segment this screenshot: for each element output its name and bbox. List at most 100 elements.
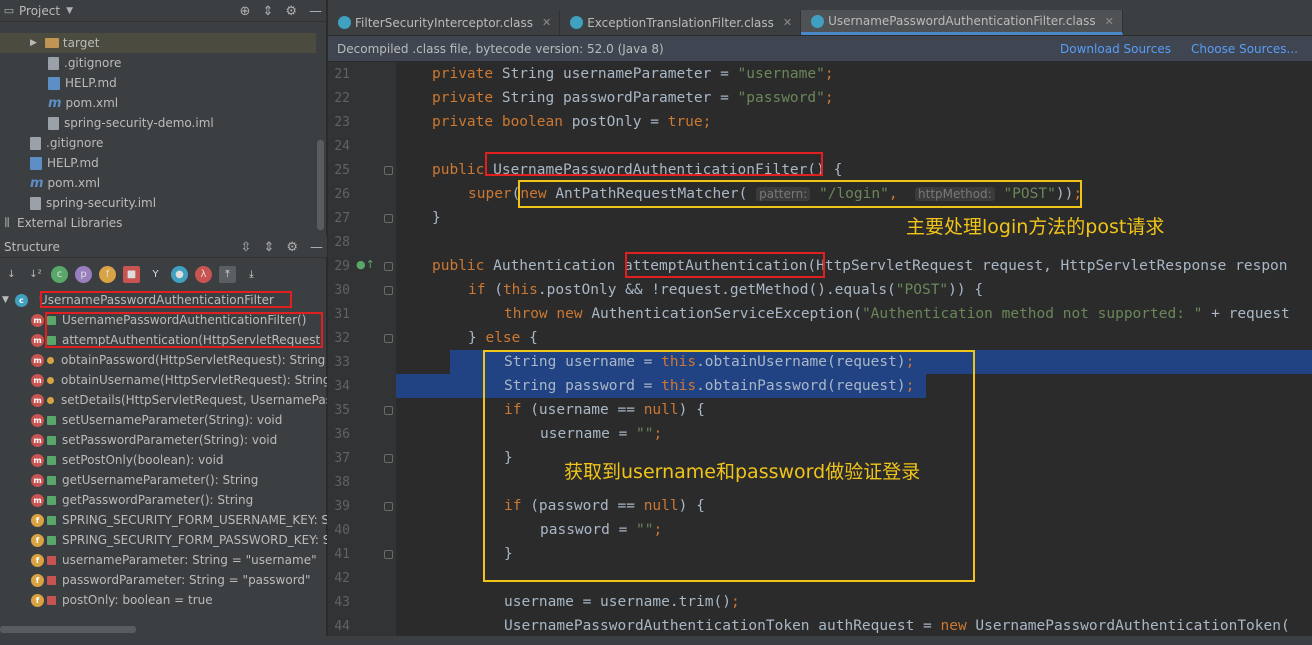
structure-method-item[interactable]: m setUsernameParameter(String): void <box>0 410 327 430</box>
project-tree-item[interactable]: spring-security.iml <box>0 193 316 213</box>
sort-alphabetically-icon[interactable]: ↓² <box>27 266 44 283</box>
show-fields-icon[interactable]: f <box>99 265 116 283</box>
structure-item-label: setUsernameParameter(String): void <box>62 413 283 427</box>
editor-tab[interactable]: FilterSecurityInterceptor.class ✕ <box>328 10 561 35</box>
structure-method-item[interactable]: m getPasswordParameter(): String <box>0 490 327 510</box>
show-anonymous-icon[interactable]: ● <box>171 265 188 283</box>
chevron-down-icon[interactable]: ▼ <box>66 6 73 16</box>
line-number: 22 <box>334 91 350 106</box>
override-method-icon[interactable]: ●↑ <box>356 258 375 271</box>
collapse-all-icon[interactable]: ⇕ <box>262 4 273 19</box>
field-icon: f <box>31 553 44 567</box>
structure-method-item[interactable]: m getUsernameParameter(): String <box>0 470 327 490</box>
method-icon: m <box>31 313 44 327</box>
editor-tabs: FilterSecurityInterceptor.class ✕ Exceptio… <box>328 10 1312 35</box>
project-tree-item[interactable]: HELP.md <box>0 153 316 173</box>
annotation-red-box-attempt <box>625 252 825 278</box>
structure-members: m UsernamePasswordAuthenticationFilter() m… <box>0 310 327 610</box>
project-panel-title[interactable]: Project <box>19 4 60 18</box>
autoscroll-to-source-icon[interactable]: ⤒ <box>219 265 236 283</box>
field-icon: f <box>31 573 44 587</box>
chevron-down-icon[interactable]: ▼ <box>2 295 9 305</box>
private-lock-icon <box>47 555 56 565</box>
fold-marker-icon[interactable] <box>384 166 393 175</box>
gear-icon[interactable]: ⚙ <box>285 4 297 19</box>
editor-tab-label: ExceptionTranslationFilter.class <box>587 15 774 30</box>
close-tab-icon[interactable]: ✕ <box>542 16 551 29</box>
locate-icon[interactable]: ⊕ <box>240 4 251 19</box>
code-editor[interactable]: private String usernameParameter = "user… <box>396 62 1312 636</box>
structure-horizontal-scrollbar[interactable] <box>0 626 136 633</box>
fold-marker-icon[interactable] <box>384 454 393 463</box>
show-lambdas-icon[interactable]: Y <box>147 266 164 283</box>
fold-marker-icon[interactable] <box>384 502 393 511</box>
project-tree-item[interactable]: HELP.md <box>0 73 316 93</box>
annotation-note-post: 主要处理login方法的post请求 <box>906 216 1165 238</box>
code-line-43: username = username.trim(); <box>504 594 740 610</box>
show-properties-icon[interactable]: p <box>75 265 92 283</box>
annotation-red-box-structure-root <box>40 291 292 308</box>
choose-sources-link[interactable]: Choose Sources... <box>1191 42 1298 56</box>
show-inherited-icon[interactable]: c <box>51 265 68 283</box>
sort-by-visibility-icon[interactable]: ↓ <box>3 266 20 283</box>
chevron-right-icon[interactable]: ▶ <box>30 38 37 48</box>
editor-tab[interactable]: ExceptionTranslationFilter.class ✕ <box>560 10 802 35</box>
show-lambda-icon[interactable]: λ <box>195 265 212 283</box>
line-number: 30 <box>334 283 350 298</box>
line-number: 38 <box>334 475 350 490</box>
project-tree-item-label: pom.xml <box>65 96 119 110</box>
public-lock-icon <box>47 455 56 465</box>
expand-all-icon[interactable]: ⇳ <box>241 240 252 255</box>
close-tab-icon[interactable]: ✕ <box>783 16 792 29</box>
project-tree-item[interactable]: m pom.xml <box>0 173 316 193</box>
code-line-27: } <box>432 210 441 226</box>
markdown-icon <box>30 156 42 170</box>
fold-marker-icon[interactable] <box>384 334 393 343</box>
project-scrollbar[interactable] <box>317 140 324 230</box>
structure-method-item[interactable]: m setPostOnly(boolean): void <box>0 450 327 470</box>
project-tree-item[interactable]: ⫼ External Libraries <box>0 213 316 233</box>
structure-field-item[interactable]: f SPRING_SECURITY_FORM_USERNAME_KEY: S <box>0 510 327 530</box>
line-number: 25 <box>334 163 350 178</box>
field-icon: f <box>31 513 44 527</box>
minimize-icon[interactable]: — <box>309 4 322 19</box>
structure-method-item[interactable]: m setDetails(HttpServletRequest, Username… <box>0 390 327 410</box>
method-icon: m <box>31 353 44 367</box>
structure-item-label: getUsernameParameter(): String <box>62 473 259 487</box>
fold-marker-icon[interactable] <box>384 214 393 223</box>
fold-marker-icon[interactable] <box>384 262 393 271</box>
close-tab-icon[interactable]: ✕ <box>1105 15 1114 28</box>
project-tree-item-label: HELP.md <box>47 156 99 170</box>
class-file-icon <box>570 16 584 29</box>
fold-marker-icon[interactable] <box>384 406 393 415</box>
structure-field-item[interactable]: f postOnly: boolean = true <box>0 590 327 610</box>
line-number: 31 <box>334 307 350 322</box>
structure-method-item[interactable]: m obtainPassword(HttpServletRequest): Str… <box>0 350 327 370</box>
structure-method-item[interactable]: m obtainUsername(HttpServletRequest): Str… <box>0 370 327 390</box>
folder-icon <box>44 38 59 48</box>
structure-field-item[interactable]: f usernameParameter: String = "username" <box>0 550 327 570</box>
download-sources-link[interactable]: Download Sources <box>1060 42 1171 56</box>
minimize-icon[interactable]: — <box>310 240 323 255</box>
project-icon: ▭ <box>3 4 15 17</box>
structure-item-label: obtainPassword(HttpServletRequest): Stri… <box>61 353 326 367</box>
editor-tab-label: UsernamePasswordAuthenticationFilter.cla… <box>828 14 1096 28</box>
show-non-public-icon[interactable]: ■ <box>123 265 140 283</box>
fold-marker-icon[interactable] <box>384 286 393 295</box>
collapse-all-icon[interactable]: ⇕ <box>263 240 274 255</box>
project-tree-item[interactable]: .gitignore <box>0 53 316 73</box>
gear-icon[interactable]: ⚙ <box>286 240 298 255</box>
structure-method-item[interactable]: m setPasswordParameter(String): void <box>0 430 327 450</box>
structure-field-item[interactable]: f passwordParameter: String = "password" <box>0 570 327 590</box>
line-number: 39 <box>334 499 350 514</box>
autoscroll-from-source-icon[interactable]: ⤓ <box>243 266 260 283</box>
fold-marker-icon[interactable] <box>384 550 393 559</box>
project-tree-item[interactable]: ▶ target <box>0 33 316 53</box>
project-tree-item[interactable]: .gitignore <box>0 133 316 153</box>
project-tree-item[interactable]: m pom.xml <box>0 93 316 113</box>
structure-field-item[interactable]: f SPRING_SECURITY_FORM_PASSWORD_KEY: S <box>0 530 327 550</box>
project-tree-item[interactable]: spring-security-demo.iml <box>0 113 316 133</box>
library-icon: ⫼ <box>4 216 10 229</box>
editor-tab[interactable]: UsernamePasswordAuthenticationFilter.cla… <box>801 10 1123 35</box>
left-tool-panel: ▭ Project ▼ ⊕ ⇕ ⚙ — ▶ target .gitignore HEL… <box>0 0 327 645</box>
